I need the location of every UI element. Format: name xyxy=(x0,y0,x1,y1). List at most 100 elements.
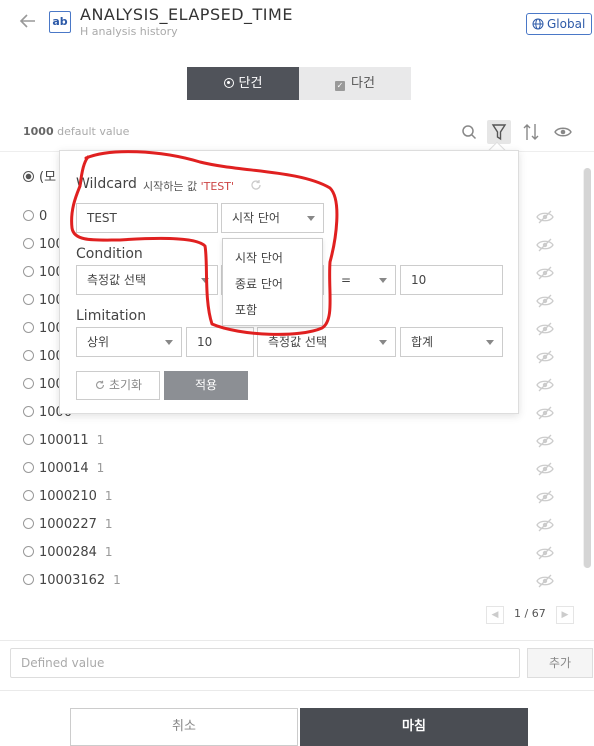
list-item[interactable]: 1000210 1 xyxy=(23,486,113,506)
scrollbar-thumb[interactable] xyxy=(584,168,591,568)
radio-icon xyxy=(23,518,34,529)
dropdown-option[interactable]: 포함 xyxy=(235,301,257,318)
hide-item-button[interactable] xyxy=(536,349,554,364)
hide-item-button[interactable] xyxy=(536,265,554,280)
arrow-left-icon xyxy=(19,14,35,28)
eye-off-icon xyxy=(536,378,554,392)
sort-icon xyxy=(523,124,539,140)
list-item-value: 10003162 xyxy=(39,573,106,588)
apply-button[interactable]: 적용 xyxy=(164,371,248,400)
eye-off-icon xyxy=(536,546,554,560)
limitation-count-input[interactable]: 10 xyxy=(186,327,254,357)
prev-page-button[interactable]: ◀ xyxy=(486,606,504,624)
list-count: 1000 default value xyxy=(23,125,130,138)
list-item-count: 1 xyxy=(96,433,105,447)
list-item[interactable]: 100011 1 xyxy=(23,430,104,450)
page-subtitle: H analysis history xyxy=(80,25,178,38)
hide-item-button[interactable] xyxy=(536,461,554,476)
condition-value-input[interactable]: 10 xyxy=(400,265,503,295)
list-item-count: 1 xyxy=(104,489,113,503)
filter-icon xyxy=(491,124,507,141)
select-all-option[interactable]: (모 xyxy=(23,168,56,188)
hide-item-button[interactable] xyxy=(536,377,554,392)
hide-item-button[interactable] xyxy=(536,321,554,336)
list-item-value: 100011 xyxy=(39,433,89,448)
list-item-value: 1000284 xyxy=(39,545,97,560)
tab-single-label: 단건 xyxy=(238,76,263,91)
eye-off-icon xyxy=(536,462,554,476)
back-button[interactable] xyxy=(16,12,40,36)
refresh-icon xyxy=(251,180,261,190)
hide-item-button[interactable] xyxy=(536,433,554,448)
eye-off-icon xyxy=(536,266,554,280)
list-item[interactable]: 1000284 1 xyxy=(23,542,113,562)
sort-button[interactable] xyxy=(519,120,543,144)
hide-item-button[interactable] xyxy=(536,405,554,420)
next-page-button[interactable]: ▶ xyxy=(556,606,574,624)
wildcard-mode-dropdown: 시작 단어 종료 단어 포함 xyxy=(222,238,323,326)
condition-operator-select[interactable]: = xyxy=(330,265,396,295)
hide-item-button[interactable] xyxy=(536,517,554,532)
eye-off-icon xyxy=(536,406,554,420)
limitation-measure-select[interactable]: 측정값 선택 xyxy=(257,327,396,357)
list-item-value: 0 xyxy=(39,209,48,224)
limitation-label: Limitation xyxy=(76,308,147,324)
search-icon xyxy=(462,125,477,140)
tab-single[interactable]: 단건 xyxy=(187,67,299,100)
eye-off-icon xyxy=(536,574,554,588)
refresh-icon xyxy=(96,380,104,390)
hide-item-button[interactable] xyxy=(536,489,554,504)
checkbox-icon: ✓ xyxy=(335,81,346,91)
list-item-value: 1000210 xyxy=(39,489,97,504)
wildcard-mode-select[interactable]: 시작 단어 xyxy=(221,203,324,233)
cancel-button[interactable]: 취소 xyxy=(70,708,298,746)
wildcard-input[interactable]: TEST xyxy=(76,203,218,233)
page-indicator: 1 / 67 xyxy=(514,607,546,620)
radio-selected-icon xyxy=(23,171,34,182)
list-item-count: 1 xyxy=(96,461,105,475)
radio-icon xyxy=(23,350,34,361)
hide-item-button[interactable] xyxy=(536,293,554,308)
wildcard-label: Wildcard xyxy=(76,176,137,192)
hide-item-button[interactable] xyxy=(536,545,554,560)
hide-item-button[interactable] xyxy=(536,573,554,588)
list-item[interactable]: 100014 1 xyxy=(23,458,104,478)
condition-label: Condition xyxy=(76,246,143,262)
eye-icon xyxy=(554,127,572,137)
page-title: ANALYSIS_ELAPSED_TIME xyxy=(80,5,293,24)
list-item[interactable]: 10003162 1 xyxy=(23,570,121,590)
eye-off-icon xyxy=(536,490,554,504)
global-label: Global xyxy=(547,17,586,31)
list-item-count: 1 xyxy=(113,573,121,587)
list-item-count: 1 xyxy=(104,545,113,559)
radio-icon xyxy=(23,490,34,501)
visibility-button[interactable] xyxy=(551,120,575,144)
dropdown-option[interactable]: 종료 단어 xyxy=(235,275,283,292)
radio-icon xyxy=(23,434,34,445)
hide-item-button[interactable] xyxy=(536,237,554,252)
filter-button[interactable] xyxy=(487,120,511,144)
radio-icon xyxy=(23,294,34,305)
dropdown-option[interactable]: 시작 단어 xyxy=(235,249,283,266)
hide-item-button[interactable] xyxy=(536,209,554,224)
eye-off-icon xyxy=(536,350,554,364)
limitation-rank-select[interactable]: 상위 xyxy=(76,327,182,357)
radio-icon xyxy=(23,546,34,557)
limitation-aggregate-select[interactable]: 합계 xyxy=(400,327,503,357)
condition-measure-select[interactable]: 측정값 선택 xyxy=(76,265,218,295)
type-badge: ab xyxy=(49,11,71,33)
clear-wildcard-button[interactable] xyxy=(249,177,263,191)
defined-value-input[interactable] xyxy=(10,648,520,678)
list-item-value: 1000227 xyxy=(39,517,97,532)
reset-label: 초기화 xyxy=(108,378,143,392)
search-button[interactable] xyxy=(457,120,481,144)
tab-multi[interactable]: ✓ 다건 xyxy=(299,67,411,100)
done-button[interactable]: 마침 xyxy=(300,708,528,746)
add-button[interactable]: 추가 xyxy=(527,648,593,678)
reset-button[interactable]: 초기화 xyxy=(76,371,160,400)
list-item[interactable]: 1000227 1 xyxy=(23,514,113,534)
radio-selected-icon xyxy=(223,78,234,88)
eye-off-icon xyxy=(536,518,554,532)
global-button[interactable]: Global xyxy=(526,13,592,35)
list-item[interactable]: 0 xyxy=(23,206,55,226)
